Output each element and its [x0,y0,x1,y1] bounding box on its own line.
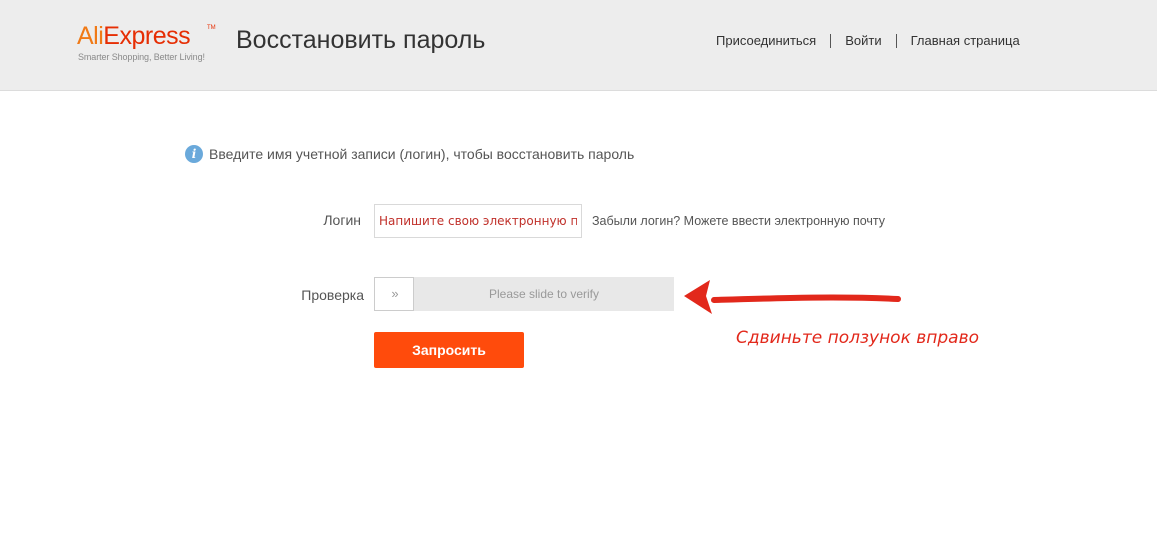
slide-to-verify-slider[interactable]: » Please slide to verify [374,277,674,311]
info-icon: i [185,145,203,163]
annotation-arrow-icon [684,280,901,314]
nav-login-link[interactable]: Войти [831,33,895,49]
submit-request-button[interactable]: Запросить [374,332,524,368]
page: AliExpress TM Smarter Shopping, Better L… [0,0,1157,551]
login-label: Логин [323,212,361,228]
verify-label: Проверка [301,287,364,303]
info-hint-text: Введите имя учетной записи (логин), чтоб… [209,146,635,162]
logo-slogan: Smarter Shopping, Better Living! [78,52,205,62]
annotation-text: Сдвиньте ползунок вправо [736,328,980,348]
aliexpress-logo[interactable]: AliExpress TM Smarter Shopping, Better L… [77,22,217,64]
logo-trademark: TM [207,25,216,31]
double-chevron-right-icon[interactable]: » [374,277,414,311]
login-input[interactable] [374,204,582,238]
header: AliExpress TM Smarter Shopping, Better L… [0,0,1157,91]
logo-express-text: Express [103,22,191,50]
page-title: Восстановить пароль [236,26,486,54]
top-nav: Присоединиться Войти Главная страница [702,33,1034,49]
logo-wordmark: AliExpress [77,22,191,50]
nav-home-link[interactable]: Главная страница [897,33,1034,49]
slider-text: Please slide to verify [488,287,600,301]
login-help-text: Забыли логин? Можете ввести электронную … [592,214,886,228]
logo-ali-text: Ali [77,22,104,50]
nav-join-link[interactable]: Присоединиться [702,33,830,49]
info-hint: i Введите имя учетной записи (логин), чт… [185,145,634,163]
